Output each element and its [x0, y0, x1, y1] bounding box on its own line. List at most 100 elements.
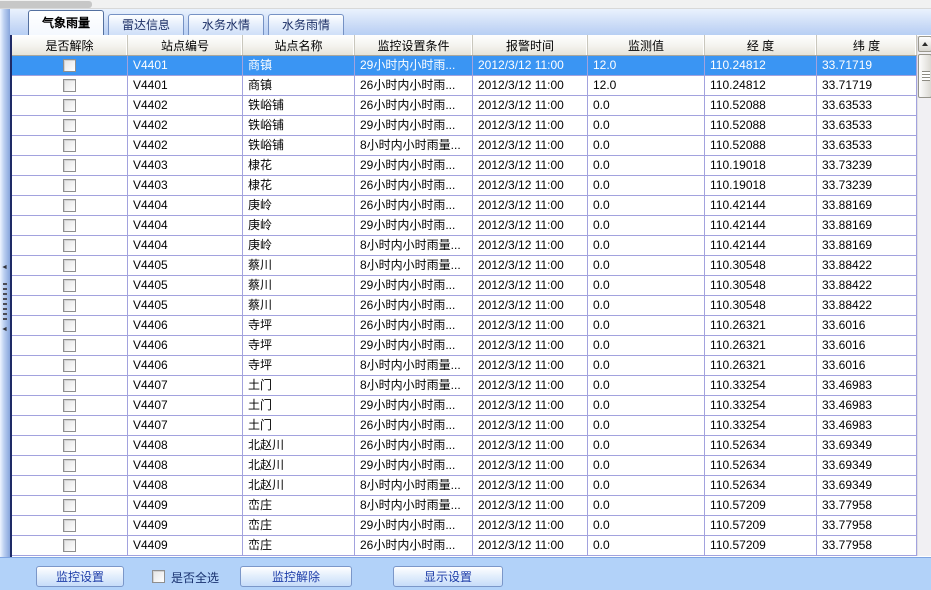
row-checkbox[interactable] [63, 499, 76, 512]
monitor-settings-button[interactable]: 监控设置 [36, 566, 124, 587]
table-row[interactable]: V4406 寺坪 26小时内小时雨... 2012/3/12 11:00 0.0… [12, 316, 917, 336]
col-header-station-id[interactable]: 站点编号 [128, 35, 243, 55]
table-row[interactable]: V4401 商镇 26小时内小时雨... 2012/3/12 11:00 12.… [12, 76, 917, 96]
grid-header-row: 是否解除 站点编号 站点名称 监控设置条件 报警时间 监测值 经 度 纬 度 [12, 35, 917, 56]
table-row[interactable]: V4405 蔡川 26小时内小时雨... 2012/3/12 11:00 0.0… [12, 296, 917, 316]
row-checkbox[interactable] [63, 419, 76, 432]
row-checkbox-cell [12, 216, 128, 235]
row-checkbox[interactable] [63, 299, 76, 312]
table-row[interactable]: V4403 棣花 29小时内小时雨... 2012/3/12 11:00 0.0… [12, 156, 917, 176]
station-id-cell: V4403 [128, 156, 243, 175]
col-header-longitude[interactable]: 经 度 [705, 35, 817, 55]
row-checkbox[interactable] [63, 539, 76, 552]
table-row[interactable]: V4402 铁峪铺 8小时内小时雨量... 2012/3/12 11:00 0.… [12, 136, 917, 156]
station-name-cell: 土门 [243, 396, 355, 415]
table-row[interactable]: V4404 庚岭 26小时内小时雨... 2012/3/12 11:00 0.0… [12, 196, 917, 216]
row-checkbox[interactable] [63, 59, 76, 72]
col-header-latitude[interactable]: 纬 度 [817, 35, 917, 55]
vertical-scrollbar[interactable] [917, 36, 931, 556]
table-row[interactable]: V4409 峦庄 8小时内小时雨量... 2012/3/12 11:00 0.0… [12, 496, 917, 516]
row-checkbox[interactable] [63, 159, 76, 172]
table-row[interactable]: V4403 棣花 26小时内小时雨... 2012/3/12 11:00 0.0… [12, 176, 917, 196]
tab-water-condition[interactable]: 水务水情 [188, 14, 264, 35]
row-checkbox[interactable] [63, 379, 76, 392]
collapse-left-arrow-icon[interactable]: ◄ [1, 326, 8, 333]
row-checkbox[interactable] [63, 99, 76, 112]
alarm-time-cell: 2012/3/12 11:00 [473, 316, 588, 335]
table-row[interactable]: V4405 蔡川 29小时内小时雨... 2012/3/12 11:00 0.0… [12, 276, 917, 296]
row-checkbox-cell [12, 536, 128, 555]
row-checkbox[interactable] [63, 459, 76, 472]
table-row[interactable]: V4402 铁峪铺 26小时内小时雨... 2012/3/12 11:00 0.… [12, 96, 917, 116]
latitude-cell: 33.69349 [817, 456, 917, 475]
collapse-left-arrow-icon[interactable]: ◄ [1, 264, 8, 271]
condition-cell: 29小时内小时雨... [355, 216, 473, 235]
latitude-cell: 33.77958 [817, 516, 917, 535]
splitter-grip-icon[interactable] [3, 283, 7, 321]
longitude-cell: 110.52634 [705, 436, 817, 455]
col-header-alarm-time[interactable]: 报警时间 [473, 35, 588, 55]
station-name-cell: 铁峪铺 [243, 136, 355, 155]
display-settings-button[interactable]: 显示设置 [393, 566, 503, 587]
tab-weather-rainfall[interactable]: 气象雨量 [28, 10, 104, 35]
station-id-cell: V4402 [128, 136, 243, 155]
row-checkbox[interactable] [63, 259, 76, 272]
longitude-cell: 110.26321 [705, 336, 817, 355]
left-splitter-bar[interactable]: ◄ ◄ [0, 9, 10, 590]
row-checkbox[interactable] [63, 179, 76, 192]
row-checkbox[interactable] [63, 79, 76, 92]
row-checkbox[interactable] [63, 479, 76, 492]
row-checkbox[interactable] [63, 359, 76, 372]
tab-rain-condition[interactable]: 水务雨情 [268, 14, 344, 35]
row-checkbox[interactable] [63, 319, 76, 332]
value-cell: 0.0 [588, 236, 705, 255]
longitude-cell: 110.57209 [705, 516, 817, 535]
scroll-up-button[interactable] [918, 36, 931, 52]
value-cell: 0.0 [588, 416, 705, 435]
col-header-monitor-value[interactable]: 监测值 [588, 35, 705, 55]
table-row[interactable]: V4406 寺坪 8小时内小时雨量... 2012/3/12 11:00 0.0… [12, 356, 917, 376]
table-row[interactable]: V4408 北赵川 26小时内小时雨... 2012/3/12 11:00 0.… [12, 436, 917, 456]
longitude-cell: 110.52088 [705, 96, 817, 115]
row-checkbox[interactable] [63, 139, 76, 152]
row-checkbox[interactable] [63, 219, 76, 232]
row-checkbox[interactable] [63, 279, 76, 292]
table-row[interactable]: V4405 蔡川 8小时内小时雨量... 2012/3/12 11:00 0.0… [12, 256, 917, 276]
row-checkbox[interactable] [63, 119, 76, 132]
row-checkbox[interactable] [63, 519, 76, 532]
table-row[interactable]: V4407 土门 8小时内小时雨量... 2012/3/12 11:00 0.0… [12, 376, 917, 396]
table-row[interactable]: V4409 峦庄 29小时内小时雨... 2012/3/12 11:00 0.0… [12, 516, 917, 536]
table-row[interactable]: V4404 庚岭 29小时内小时雨... 2012/3/12 11:00 0.0… [12, 216, 917, 236]
longitude-cell: 110.26321 [705, 356, 817, 375]
table-row[interactable]: V4401 商镇 29小时内小时雨... 2012/3/12 11:00 12.… [12, 56, 917, 76]
row-checkbox[interactable] [63, 199, 76, 212]
table-row[interactable]: V4408 北赵川 8小时内小时雨量... 2012/3/12 11:00 0.… [12, 476, 917, 496]
table-row[interactable]: V4406 寺坪 29小时内小时雨... 2012/3/12 11:00 0.0… [12, 336, 917, 356]
latitude-cell: 33.63533 [817, 96, 917, 115]
latitude-cell: 33.73239 [817, 156, 917, 175]
row-checkbox[interactable] [63, 439, 76, 452]
station-name-cell: 峦庄 [243, 536, 355, 555]
station-name-cell: 蔡川 [243, 256, 355, 275]
table-row[interactable]: V4404 庚岭 8小时内小时雨量... 2012/3/12 11:00 0.0… [12, 236, 917, 256]
col-header-condition[interactable]: 监控设置条件 [355, 35, 473, 55]
table-row[interactable]: V4408 北赵川 29小时内小时雨... 2012/3/12 11:00 0.… [12, 456, 917, 476]
select-all-checkbox[interactable] [152, 570, 165, 583]
scrollbar-thumb[interactable] [918, 54, 931, 98]
latitude-cell: 33.63533 [817, 136, 917, 155]
tab-radar-info[interactable]: 雷达信息 [108, 14, 184, 35]
alarm-time-cell: 2012/3/12 11:00 [473, 236, 588, 255]
latitude-cell: 33.88169 [817, 236, 917, 255]
station-id-cell: V4401 [128, 56, 243, 75]
table-row[interactable]: V4407 土门 26小时内小时雨... 2012/3/12 11:00 0.0… [12, 416, 917, 436]
row-checkbox[interactable] [63, 239, 76, 252]
row-checkbox[interactable] [63, 399, 76, 412]
table-row[interactable]: V4407 土门 29小时内小时雨... 2012/3/12 11:00 0.0… [12, 396, 917, 416]
longitude-cell: 110.19018 [705, 156, 817, 175]
table-row[interactable]: V4409 峦庄 26小时内小时雨... 2012/3/12 11:00 0.0… [12, 536, 917, 556]
row-checkbox[interactable] [63, 339, 76, 352]
monitor-release-button[interactable]: 监控解除 [240, 566, 352, 587]
col-header-station-name[interactable]: 站点名称 [243, 35, 355, 55]
table-row[interactable]: V4402 铁峪铺 29小时内小时雨... 2012/3/12 11:00 0.… [12, 116, 917, 136]
col-header-clear-status[interactable]: 是否解除 [12, 35, 128, 55]
